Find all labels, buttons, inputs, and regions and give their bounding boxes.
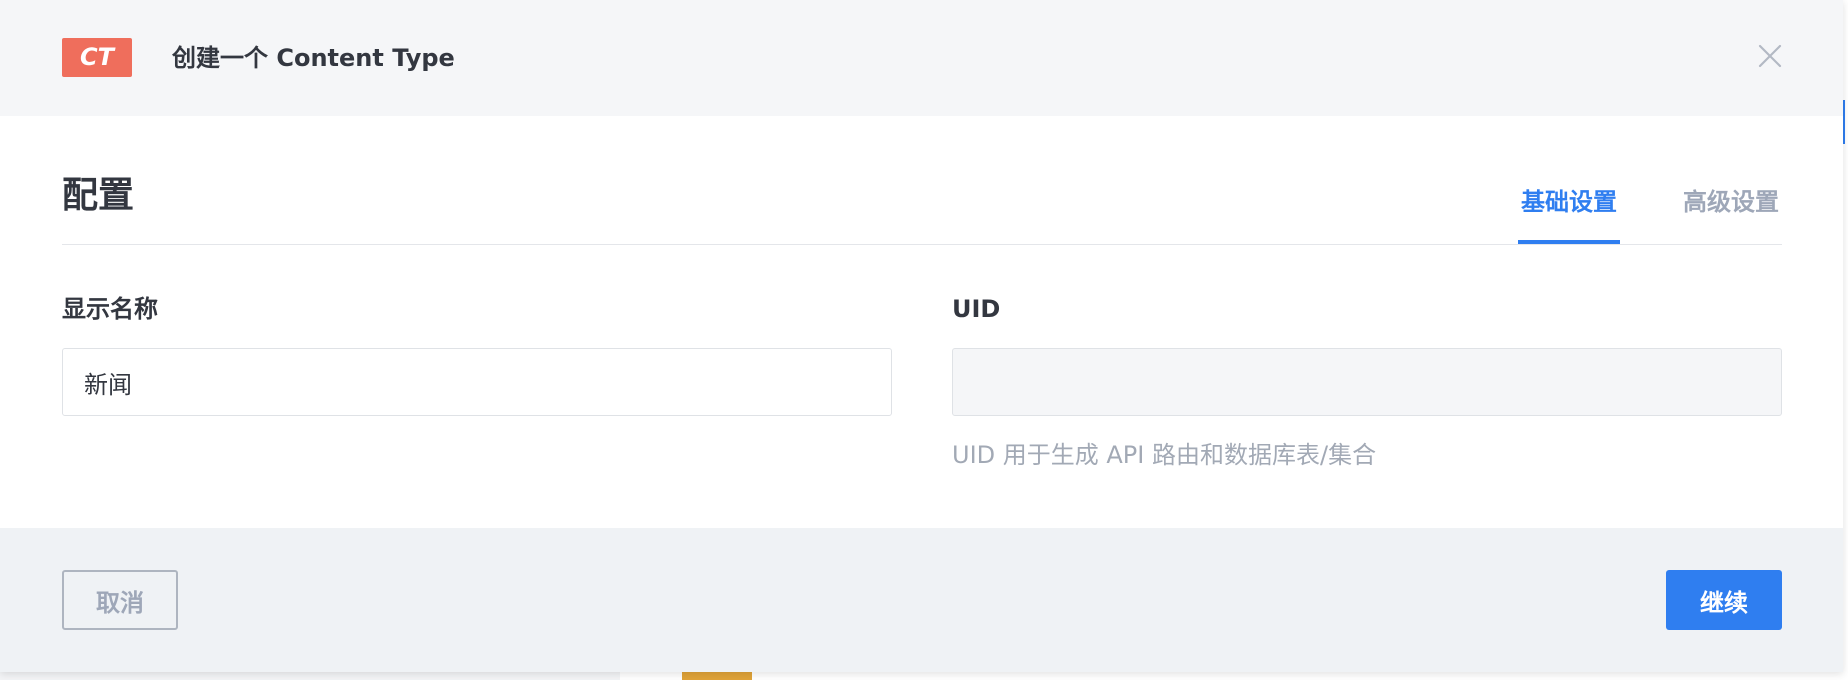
display-name-input[interactable]: [62, 348, 892, 416]
cancel-button[interactable]: 取消: [62, 570, 178, 630]
continue-button[interactable]: 继续: [1666, 570, 1782, 630]
uid-hint: UID 用于生成 API 路由和数据库表/集合: [952, 441, 1377, 469]
content-type-badge: CT: [62, 38, 132, 77]
display-name-label: 显示名称: [62, 295, 158, 323]
background-field-badge: [682, 672, 752, 680]
close-button[interactable]: [1754, 40, 1786, 72]
uid-input[interactable]: [952, 348, 1782, 416]
create-content-type-modal: CT 创建一个 Content Type 配置 基础设置 高级设置 显示名称 U…: [0, 0, 1843, 672]
modal-footer: 取消 继续: [0, 528, 1843, 672]
modal-header: CT 创建一个 Content Type: [0, 0, 1843, 116]
tabs-divider: [62, 244, 1782, 245]
section-title: 配置: [62, 175, 135, 216]
close-icon: [1758, 44, 1782, 68]
tab-basic-settings[interactable]: 基础设置: [1518, 184, 1620, 244]
modal-title: 创建一个 Content Type: [172, 44, 455, 72]
background-edge-mark: [1843, 100, 1848, 144]
uid-label: UID: [952, 295, 1001, 323]
tab-advanced-settings[interactable]: 高级设置: [1680, 184, 1782, 244]
background-table-row: [620, 672, 1848, 680]
